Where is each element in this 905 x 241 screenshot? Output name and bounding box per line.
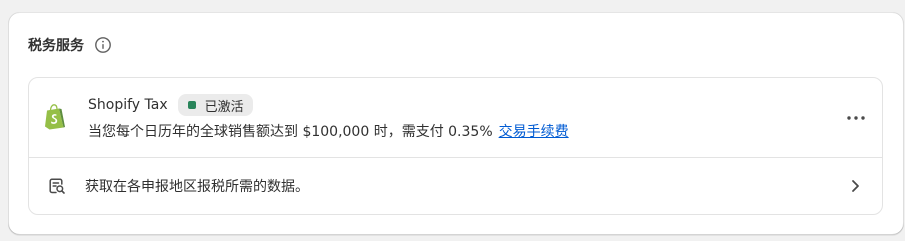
tax-services-list: Shopify Tax 已激活 当您每个日历年的全球销售额达到 $100,000… bbox=[28, 77, 883, 215]
app-title-line: Shopify Tax 已激活 bbox=[88, 94, 253, 116]
tax-reports-row[interactable]: 获取在各申报地区报税所需的数据。 bbox=[29, 158, 882, 214]
info-icon[interactable] bbox=[94, 36, 112, 54]
status-badge: 已激活 bbox=[177, 94, 253, 116]
status-dot-icon bbox=[187, 101, 196, 109]
chevron-right-icon bbox=[848, 178, 862, 194]
shopify-tax-row: Shopify Tax 已激活 当您每个日历年的全球销售额达到 $100,000… bbox=[29, 78, 882, 158]
shopify-bag-icon bbox=[44, 104, 66, 130]
app-description: 当您每个日历年的全球销售额达到 $100,000 时，需支付 0.35% 交易手续… bbox=[88, 121, 569, 141]
tax-reports-label: 获取在各申报地区报税所需的数据。 bbox=[85, 179, 309, 195]
status-label: 已激活 bbox=[204, 99, 244, 115]
transaction-fee-link[interactable]: 交易手续费 bbox=[499, 124, 569, 140]
app-name: Shopify Tax bbox=[88, 97, 168, 113]
report-search-icon bbox=[48, 177, 66, 195]
tax-services-card: 税务服务 Shopify Tax 已激活 当您每个日历年的全球销售额达到 $10… bbox=[8, 12, 904, 235]
more-actions-button[interactable] bbox=[844, 106, 868, 130]
card-header: 税务服务 bbox=[28, 35, 112, 55]
ellipsis-icon bbox=[847, 116, 865, 120]
card-title: 税务服务 bbox=[28, 38, 84, 54]
description-text: 当您每个日历年的全球销售额达到 $100,000 时，需支付 0.35% bbox=[88, 124, 493, 140]
